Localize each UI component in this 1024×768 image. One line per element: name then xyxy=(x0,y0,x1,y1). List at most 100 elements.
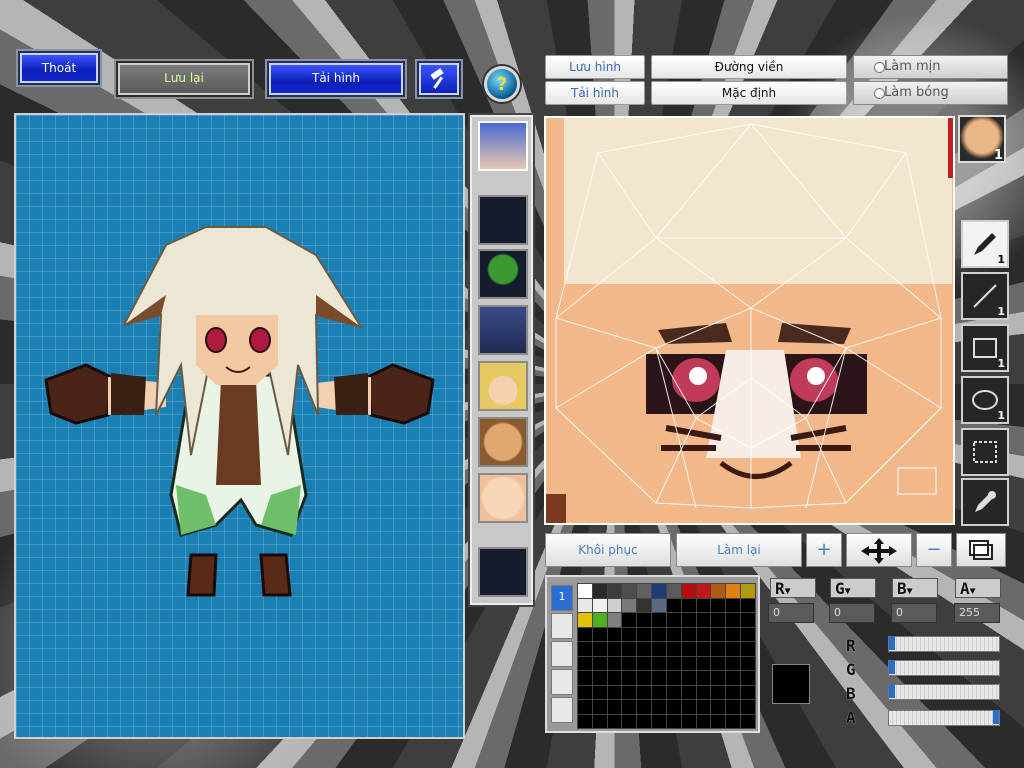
palette-swatch[interactable] xyxy=(695,583,712,599)
a-slider[interactable] xyxy=(888,710,1000,726)
palette-swatch[interactable] xyxy=(636,583,653,599)
palette-swatch[interactable] xyxy=(710,641,727,657)
palette-swatch[interactable] xyxy=(621,655,638,671)
r-slider[interactable] xyxy=(888,636,1000,652)
palette-swatch[interactable] xyxy=(680,713,697,729)
save-image-button[interactable]: Lưu hình xyxy=(545,55,645,79)
palette-swatch[interactable] xyxy=(577,655,593,671)
palette-swatch[interactable] xyxy=(680,612,697,628)
palette-swatch[interactable] xyxy=(695,699,712,715)
a-value-field[interactable]: 255 xyxy=(954,603,1000,623)
palette-swatch[interactable] xyxy=(680,699,697,715)
palette-swatch[interactable] xyxy=(621,699,638,715)
palette-swatch[interactable] xyxy=(636,641,653,657)
palette-swatch[interactable] xyxy=(591,713,608,729)
palette-swatch[interactable] xyxy=(725,597,742,613)
palette-swatch[interactable] xyxy=(695,612,712,628)
palette-swatch[interactable] xyxy=(740,626,756,642)
palette-swatch[interactable] xyxy=(740,670,756,686)
palette-swatch[interactable] xyxy=(740,597,756,613)
palette-swatch[interactable] xyxy=(591,699,608,715)
palette-swatch[interactable] xyxy=(651,597,667,613)
palette-tab-1[interactable]: 1 xyxy=(551,585,573,611)
r-dropdown-icon[interactable]: ▼ xyxy=(785,586,791,597)
outline-button[interactable]: Đường viền xyxy=(651,55,847,79)
palette-swatch[interactable] xyxy=(651,583,667,599)
exit-button[interactable]: Thoát xyxy=(18,51,100,85)
palette-swatch[interactable] xyxy=(606,670,623,686)
palette-swatch[interactable] xyxy=(725,655,742,671)
palette-swatch[interactable] xyxy=(577,597,593,613)
palette-swatch[interactable] xyxy=(740,699,756,715)
palette-swatch[interactable] xyxy=(651,641,667,657)
palette-swatch[interactable] xyxy=(577,626,593,642)
palette-swatch[interactable] xyxy=(651,713,667,729)
palette-swatch[interactable] xyxy=(710,655,727,671)
select-tool[interactable] xyxy=(961,428,1009,476)
palette-swatch[interactable] xyxy=(591,641,608,657)
palette-swatch[interactable] xyxy=(636,684,653,700)
part-blonde-face[interactable] xyxy=(478,361,528,411)
palette-swatch[interactable] xyxy=(740,655,756,671)
palette-swatch[interactable] xyxy=(695,641,712,657)
palette-swatch[interactable] xyxy=(651,612,667,628)
palette-swatch[interactable] xyxy=(591,655,608,671)
palette-swatch[interactable] xyxy=(621,612,638,628)
ellipse-tool[interactable]: 1 xyxy=(961,376,1009,424)
part-tree-icon[interactable] xyxy=(478,249,528,299)
palette-swatch[interactable] xyxy=(577,612,593,628)
rect-tool[interactable]: 1 xyxy=(961,324,1009,372)
palette-swatch[interactable] xyxy=(710,670,727,686)
palette-swatch[interactable] xyxy=(606,641,623,657)
palette-swatch[interactable] xyxy=(606,597,623,613)
palette-swatch[interactable] xyxy=(651,670,667,686)
palette-tab-4[interactable] xyxy=(551,669,573,695)
default-button[interactable]: Mặc định xyxy=(651,81,847,105)
palette-swatch[interactable] xyxy=(606,612,623,628)
palette-tab-5[interactable] xyxy=(551,697,573,723)
palette-swatch[interactable] xyxy=(725,670,742,686)
palette-swatch[interactable] xyxy=(680,684,697,700)
palette-swatch[interactable] xyxy=(680,655,697,671)
palette-swatch[interactable] xyxy=(577,641,593,657)
palette-swatch[interactable] xyxy=(636,670,653,686)
save-button[interactable]: Lưu lại xyxy=(116,61,252,97)
line-tool[interactable]: 1 xyxy=(961,272,1009,320)
g-slider[interactable] xyxy=(888,660,1000,676)
help-button[interactable]: ? xyxy=(484,66,520,102)
palette-swatch[interactable] xyxy=(591,583,608,599)
b-slider-knob[interactable] xyxy=(889,684,895,698)
a-dropdown-icon[interactable]: ▼ xyxy=(970,586,976,597)
r-value-field[interactable]: 0 xyxy=(768,603,814,623)
b-value-field[interactable]: 0 xyxy=(891,603,937,623)
part-empty-slot[interactable] xyxy=(478,195,528,245)
palette-swatch[interactable] xyxy=(710,597,727,613)
palette-swatch[interactable] xyxy=(636,626,653,642)
a-slider-knob[interactable] xyxy=(993,710,999,724)
palette-swatch[interactable] xyxy=(606,713,623,729)
palette-swatch[interactable] xyxy=(665,626,682,642)
redo-button[interactable]: Làm lại xyxy=(676,533,802,567)
palette-swatch[interactable] xyxy=(621,670,638,686)
hammer-tool-button[interactable] xyxy=(417,61,461,97)
palette-swatch[interactable] xyxy=(665,655,682,671)
palette-swatch[interactable] xyxy=(591,626,608,642)
palette-swatch[interactable] xyxy=(680,626,697,642)
part-plain-face[interactable] xyxy=(478,473,528,523)
layers-button[interactable] xyxy=(956,533,1006,567)
palette-swatch[interactable] xyxy=(695,670,712,686)
palette-swatch[interactable] xyxy=(606,626,623,642)
palette-swatch[interactable] xyxy=(725,612,742,628)
palette-swatch[interactable] xyxy=(695,655,712,671)
palette-swatch[interactable] xyxy=(710,684,727,700)
move-button[interactable] xyxy=(846,533,912,567)
palette-swatch[interactable] xyxy=(621,583,638,599)
palette-swatch[interactable] xyxy=(651,655,667,671)
palette-swatch[interactable] xyxy=(725,583,742,599)
g-value-field[interactable]: 0 xyxy=(829,603,875,623)
b-slider[interactable] xyxy=(888,684,1000,700)
g-slider-knob[interactable] xyxy=(889,660,895,674)
palette-swatch[interactable] xyxy=(695,597,712,613)
part-armor[interactable] xyxy=(478,305,528,355)
reload-button[interactable]: Tải hình xyxy=(267,61,405,97)
